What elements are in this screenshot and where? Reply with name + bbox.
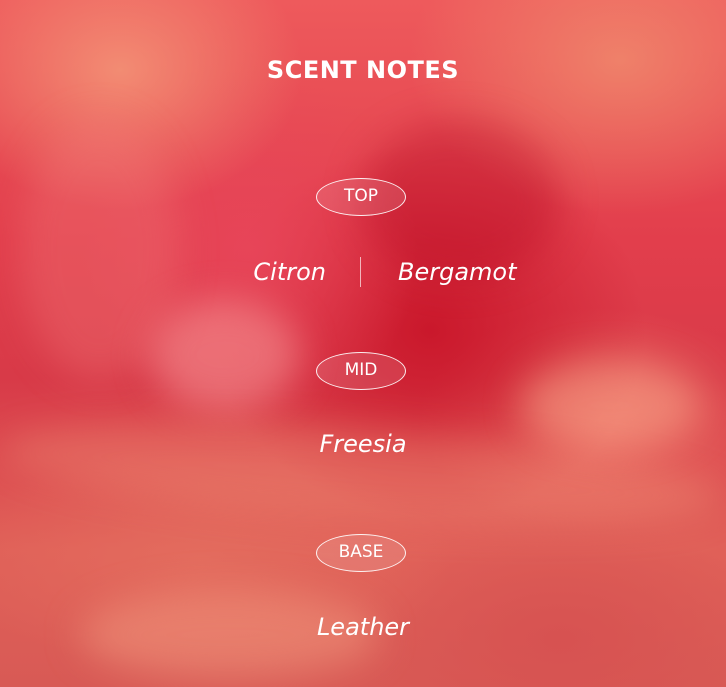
mid-notes-row: Freesia <box>0 426 726 462</box>
base-notes-badge: BASE <box>316 534 406 572</box>
section-title: SCENT NOTES <box>266 56 460 84</box>
base-note-leather: Leather <box>316 613 410 641</box>
top-notes-row: Citron Bergamot <box>0 254 726 290</box>
top-notes-badge: TOP <box>316 178 406 216</box>
mid-notes-badge: MID <box>316 352 406 390</box>
scent-notes-panel: SCENT NOTES TOP Citron Bergamot MID Free… <box>0 0 726 687</box>
notes-divider <box>360 257 361 287</box>
top-note-bergamot: Bergamot <box>398 258 517 286</box>
mid-note-freesia: Freesia <box>319 430 407 458</box>
top-note-citron: Citron <box>253 258 326 286</box>
base-notes-row: Leather <box>0 609 726 645</box>
